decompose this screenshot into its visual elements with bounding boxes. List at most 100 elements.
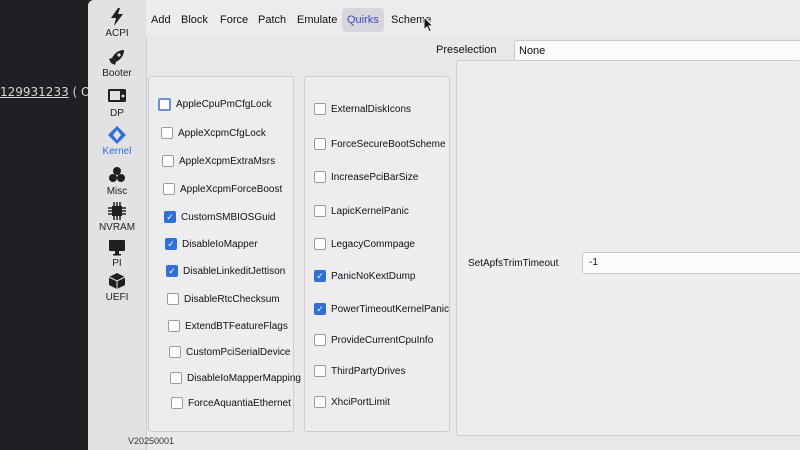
tab-quirks[interactable]: Quirks: [342, 8, 384, 32]
checkbox-lapickernelpanic[interactable]: LapicKernelPanic: [314, 205, 409, 219]
sidebar-item-label: ACPI: [105, 28, 129, 39]
sidebar: ACPI Booter DP Kernel Misc NVRAM PI UEFI: [88, 0, 147, 450]
checkbox-box[interactable]: [314, 171, 326, 183]
sidebar-item-label: Misc: [106, 186, 128, 197]
checkbox-label: ProvideCurrentCpuInfo: [331, 335, 434, 346]
checkbox-extendbtfeatureflags[interactable]: ExtendBTFeatureFlags: [168, 320, 288, 334]
tab-emulate[interactable]: Emulate: [292, 8, 342, 32]
checkbox-box[interactable]: [314, 205, 326, 217]
checkbox-box[interactable]: [314, 238, 326, 250]
checkbox-box[interactable]: [171, 397, 183, 409]
checkbox-applexcpmforceboost[interactable]: AppleXcpmForceBoost: [163, 183, 282, 197]
checkbox-label: ThirdPartyDrives: [331, 366, 406, 377]
checkbox-forceaquantiaethernet[interactable]: ForceAquantiaEthernet: [171, 397, 291, 411]
checkbox-box[interactable]: [167, 293, 179, 305]
checkbox-forcesecurebootscheme[interactable]: ForceSecureBootScheme: [314, 138, 446, 152]
sidebar-item-label: Kernel: [102, 146, 132, 157]
display-icon: [107, 88, 127, 106]
chip-icon: [107, 202, 127, 220]
settings-panel-right: [456, 60, 800, 436]
checkbox-disableiomapper[interactable]: ✓ DisableIoMapper: [165, 238, 258, 252]
app-window: ACPI Booter DP Kernel Misc NVRAM PI UEFI…: [88, 0, 800, 450]
checkbox-panicnokextdump[interactable]: ✓ PanicNoKextDump: [314, 270, 415, 284]
checkbox-label: IncreasePciBarSize: [331, 172, 419, 183]
setapfstrimtimeout-label: SetApfsTrimTimeout: [468, 258, 559, 269]
checkbox-box[interactable]: [314, 138, 326, 150]
sidebar-item-uefi[interactable]: UEFI: [88, 272, 146, 303]
checkbox-label: ForceSecureBootScheme: [331, 139, 446, 150]
checkbox-label: DisableLinkeditJettison: [183, 266, 286, 277]
checkbox-powertimeoutkernelpanic[interactable]: ✓ PowerTimeoutKernelPanic: [314, 303, 449, 317]
setapfstrimtimeout-input[interactable]: -1: [582, 252, 800, 274]
checkbox-label: PanicNoKextDump: [331, 271, 416, 282]
preselection-dropdown[interactable]: None: [514, 40, 800, 62]
checkbox-disablertcchecksum[interactable]: DisableRtcChecksum: [167, 293, 280, 307]
checkbox-disableiomappermapping[interactable]: DisableIoMapperMapping: [170, 372, 301, 386]
checkbox-label: PowerTimeoutKernelPanic: [331, 304, 450, 315]
version-label: V20250001: [128, 436, 175, 446]
box-icon: [107, 272, 127, 290]
checkbox-label: DisableIoMapper: [182, 239, 258, 250]
sidebar-item-dp[interactable]: DP: [88, 88, 146, 119]
tab-patch[interactable]: Patch: [253, 8, 291, 32]
checkbox-box[interactable]: [158, 97, 171, 111]
checkbox-box[interactable]: [170, 372, 182, 384]
checkbox-box[interactable]: [314, 365, 326, 377]
kernel-icon: [107, 126, 127, 144]
sidebar-item-label: UEFI: [105, 292, 129, 303]
sidebar-item-pi[interactable]: PI: [88, 238, 146, 269]
sidebar-item-label: NVRAM: [98, 222, 136, 233]
checkbox-box[interactable]: [168, 320, 180, 332]
checkbox-label: CustomPciSerialDevice: [186, 347, 291, 358]
preselection-label: Preselection: [436, 44, 497, 56]
checkbox-label: LapicKernelPanic: [331, 206, 409, 217]
checkbox-box[interactable]: [162, 155, 174, 167]
checkbox-label: ExternalDiskIcons: [331, 104, 412, 115]
checkbox-applexcpmextramsrs[interactable]: AppleXcpmExtraMsrs: [162, 155, 275, 169]
checkmark-icon[interactable]: ✓: [164, 211, 176, 223]
checkbox-providecurrentcpuinfo[interactable]: ProvideCurrentCpuInfo: [314, 334, 433, 348]
sidebar-item-nvram[interactable]: NVRAM: [88, 202, 146, 233]
checkbox-xhciportlimit[interactable]: XhciPortLimit: [314, 396, 390, 410]
sidebar-item-booter[interactable]: Booter: [88, 48, 146, 79]
checkmark-icon[interactable]: ✓: [314, 303, 326, 315]
sidebar-item-acpi[interactable]: ACPI: [88, 8, 146, 39]
checkbox-applexcpmcfglock[interactable]: AppleXcpmCfgLock: [161, 127, 266, 141]
checkbox-externaldiskicons[interactable]: ExternalDiskIcons: [314, 103, 411, 117]
checkbox-label: DisableIoMapperMapping: [187, 373, 301, 384]
sidebar-item-label: PI: [112, 258, 122, 269]
checkbox-label: AppleXcpmCfgLock: [178, 128, 266, 139]
checkbox-legacycommpage[interactable]: LegacyCommpage: [314, 238, 415, 252]
checkbox-increasepcibarsize[interactable]: IncreasePciBarSize: [314, 171, 418, 185]
sidebar-item-label: Booter: [102, 68, 132, 79]
sidebar-item-misc[interactable]: Misc: [88, 166, 146, 197]
tab-block[interactable]: Block: [176, 8, 213, 32]
checkbox-label: ExtendBTFeatureFlags: [185, 321, 288, 332]
checkbox-box[interactable]: [169, 346, 181, 358]
checkbox-label: DisableRtcChecksum: [184, 294, 280, 305]
checkbox-box[interactable]: [314, 334, 326, 346]
checkmark-icon[interactable]: ✓: [166, 265, 178, 277]
checkbox-box[interactable]: [161, 127, 173, 139]
terminal-id: 129931233: [0, 85, 69, 99]
sidebar-item-label: DP: [110, 108, 124, 119]
tab-force[interactable]: Force: [215, 8, 253, 32]
checkbox-customsmbiosguid[interactable]: ✓ CustomSMBIOSGuid: [164, 211, 275, 225]
checkbox-thirdpartydrives[interactable]: ThirdPartyDrives: [314, 365, 405, 379]
checkbox-label: CustomSMBIOSGuid: [181, 212, 276, 223]
tab-add[interactable]: Add: [146, 8, 176, 32]
checkbox-label: XhciPortLimit: [331, 397, 390, 408]
checkbox-box[interactable]: [314, 103, 326, 115]
checkmark-icon[interactable]: ✓: [165, 238, 177, 250]
checkbox-disablelinkeditjettison[interactable]: ✓ DisableLinkeditJettison: [166, 265, 285, 279]
checkbox-box[interactable]: [314, 396, 326, 408]
checkmark-icon[interactable]: ✓: [314, 270, 326, 282]
checkbox-custompciserialdevice[interactable]: CustomPciSerialDevice: [169, 346, 290, 360]
checkbox-applecpupmcfglock[interactable]: AppleCpuPmCfgLock: [158, 97, 272, 112]
checkbox-box[interactable]: [163, 183, 175, 195]
checkbox-label: ForceAquantiaEthernet: [188, 398, 291, 409]
mouse-cursor-icon: [424, 17, 434, 33]
sidebar-item-kernel[interactable]: Kernel: [88, 126, 146, 157]
checkbox-label: LegacyCommpage: [331, 239, 415, 250]
checkbox-label: AppleXcpmForceBoost: [180, 184, 283, 195]
